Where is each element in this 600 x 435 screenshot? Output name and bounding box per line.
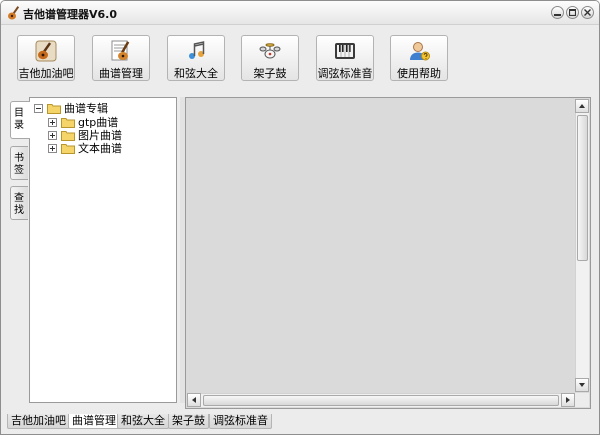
bottom-tab-label: 曲谱管理 xyxy=(72,414,116,427)
horizontal-scrollbar[interactable] xyxy=(187,393,575,407)
close-button[interactable] xyxy=(581,6,594,19)
chords-label: 和弦大全 xyxy=(174,67,218,80)
tree-node-label: 文本曲谱 xyxy=(78,142,122,155)
drum-kit-button[interactable]: 架子鼓 xyxy=(241,35,299,81)
minimize-icon xyxy=(554,14,561,16)
help-label: 使用帮助 xyxy=(397,67,441,80)
minimize-button[interactable] xyxy=(551,6,564,19)
guitar-forum-label: 吉他加油吧 xyxy=(18,67,74,80)
tuner-label: 调弦标准音 xyxy=(317,67,373,80)
scroll-right-button[interactable] xyxy=(561,393,575,407)
tuner-keyboard-icon xyxy=(335,43,355,59)
tree-node-label: gtp曲谱 xyxy=(78,116,119,129)
title-bar: 吉他谱管理器V6.0 xyxy=(1,1,599,25)
bottom-tab-tuner[interactable]: 调弦标准音 xyxy=(209,414,272,429)
chords-button[interactable]: 和弦大全 xyxy=(167,35,225,81)
bottom-tab-label: 和弦大全 xyxy=(121,414,165,427)
guitar-sheet-icon xyxy=(111,40,130,61)
tree-node-label: 图片曲谱 xyxy=(78,129,122,142)
vertical-scrollbar[interactable] xyxy=(575,99,589,392)
tab-management-button[interactable]: 曲谱管理 xyxy=(92,35,150,81)
arrow-down-icon xyxy=(579,383,585,387)
vertical-scroll-thumb[interactable] xyxy=(577,115,588,261)
help-button[interactable]: 使用帮助 xyxy=(390,35,448,81)
tab-bookmarks-label: 书签 xyxy=(14,153,24,176)
folder-icon xyxy=(61,131,75,141)
tree-node-image[interactable]: 图片曲谱 xyxy=(48,129,174,142)
arrow-right-icon xyxy=(566,397,570,403)
folder-icon xyxy=(61,144,75,154)
bottom-tab-chords[interactable]: 和弦大全 xyxy=(117,414,169,429)
scroll-corner xyxy=(575,393,589,407)
bottom-tab-label: 吉他加油吧 xyxy=(11,414,66,427)
scroll-up-button[interactable] xyxy=(575,99,589,113)
restore-button[interactable] xyxy=(566,6,579,19)
guitar-app-icon xyxy=(8,6,20,20)
drum-kit-icon xyxy=(259,43,281,59)
arrow-up-icon xyxy=(579,104,585,108)
tab-catalog[interactable]: 目录 xyxy=(10,101,30,139)
music-notes-icon xyxy=(189,41,205,59)
expand-icon[interactable] xyxy=(48,144,57,153)
bottom-tab-guitar-forum[interactable]: 吉他加油吧 xyxy=(7,414,70,429)
guitar-badge-icon xyxy=(35,40,57,62)
scroll-down-button[interactable] xyxy=(575,378,589,392)
folder-tree-panel: 曲谱专辑 gtp曲谱 图片曲谱 文本曲谱 xyxy=(29,97,177,403)
tuner-button[interactable]: 调弦标准音 xyxy=(316,35,374,81)
folder-open-icon xyxy=(47,104,61,114)
help-user-icon xyxy=(410,42,430,61)
drum-kit-label: 架子鼓 xyxy=(253,67,287,80)
expand-icon[interactable] xyxy=(48,131,57,140)
tree-node-label: 曲谱专辑 xyxy=(64,102,108,115)
bottom-tab-drum-kit[interactable]: 架子鼓 xyxy=(168,414,209,429)
folder-icon xyxy=(61,118,75,128)
bottom-tab-label: 架子鼓 xyxy=(172,414,205,427)
content-view xyxy=(185,97,591,409)
tree-node-text[interactable]: 文本曲谱 xyxy=(48,142,174,155)
window-title: 吉他谱管理器V6.0 xyxy=(23,8,117,21)
tab-search[interactable]: 查找 xyxy=(10,186,28,220)
expand-icon[interactable] xyxy=(48,118,57,127)
guitar-forum-button[interactable]: 吉他加油吧 xyxy=(17,35,75,81)
app-window: 吉他谱管理器V6.0 吉他加油吧 曲谱管理 和弦大全 架子鼓 调弦标准音 使用帮… xyxy=(0,0,600,435)
collapse-icon[interactable] xyxy=(34,104,43,113)
bottom-tab-label: 调弦标准音 xyxy=(213,414,268,427)
tree-node-gtp[interactable]: gtp曲谱 xyxy=(48,116,174,129)
close-icon xyxy=(584,9,591,16)
tab-search-label: 查找 xyxy=(14,193,24,216)
tree-node-root[interactable]: 曲谱专辑 xyxy=(34,102,174,115)
scroll-left-button[interactable] xyxy=(187,393,201,407)
tab-bookmarks[interactable]: 书签 xyxy=(10,146,28,180)
bottom-tab-tab-management[interactable]: 曲谱管理 xyxy=(68,414,120,429)
main-toolbar: 吉他加油吧 曲谱管理 和弦大全 架子鼓 调弦标准音 使用帮助 xyxy=(1,25,599,93)
restore-icon xyxy=(569,9,576,16)
tab-management-label: 曲谱管理 xyxy=(99,67,143,80)
horizontal-scroll-thumb[interactable] xyxy=(203,395,559,406)
tab-catalog-label: 目录 xyxy=(14,108,24,131)
arrow-left-icon xyxy=(192,397,196,403)
